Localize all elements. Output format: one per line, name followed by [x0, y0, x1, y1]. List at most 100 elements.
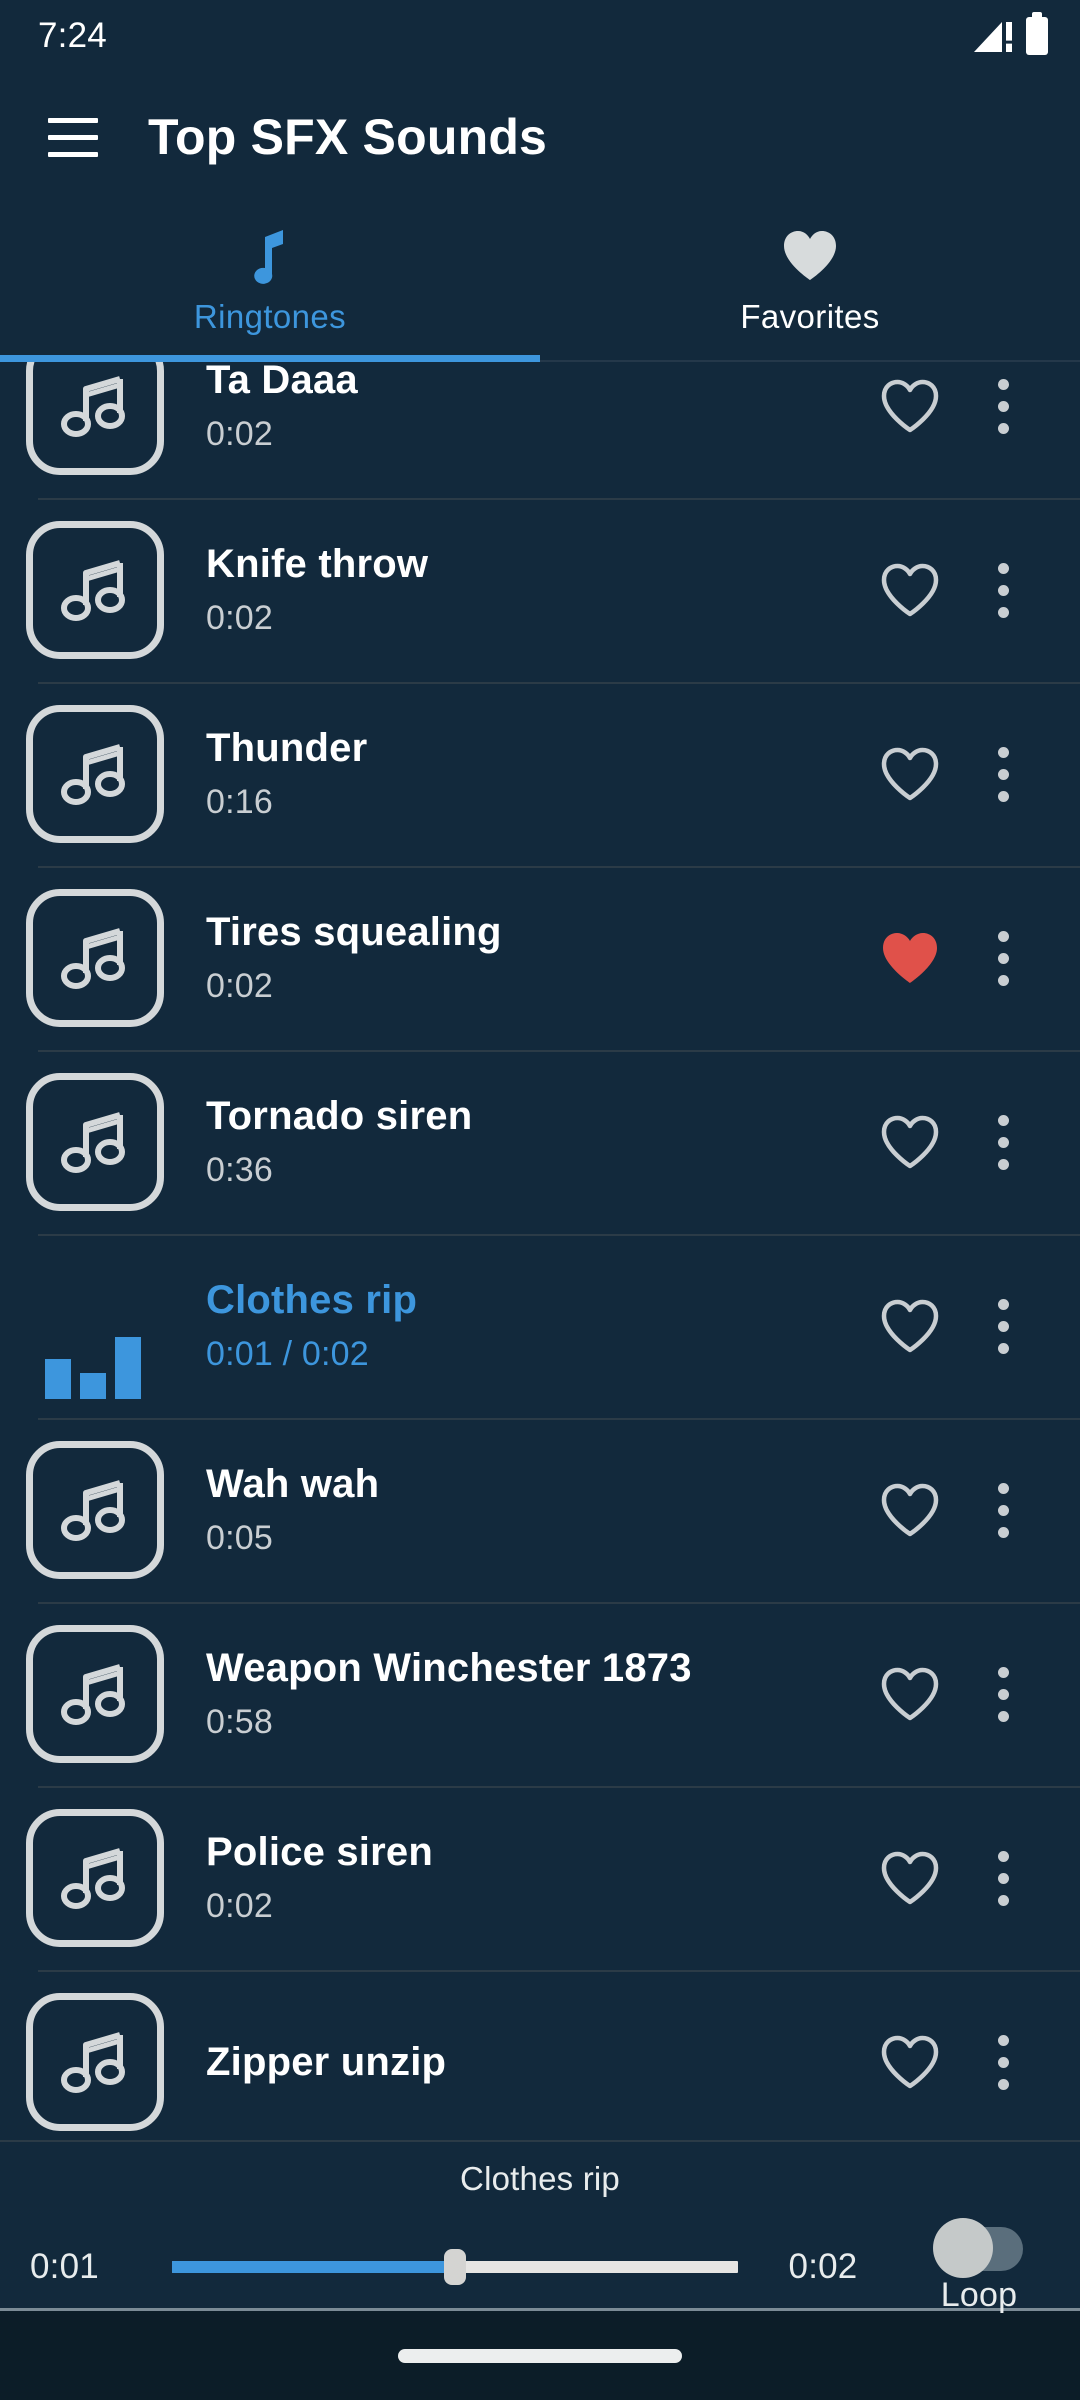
status-bar: 7:24 — [0, 0, 1080, 72]
track-info: Weapon Winchester 1873 0:58 — [206, 1646, 864, 1742]
track-thumbnail — [22, 1621, 168, 1767]
list-item[interactable]: Knife throw 0:02 — [0, 498, 1080, 682]
equalizer-bars-icon — [35, 1253, 155, 1399]
player-track-title: Clothes rip — [460, 2160, 620, 2197]
overflow-menu-icon[interactable] — [968, 2016, 1038, 2108]
music-note-icon — [26, 1993, 164, 2131]
tab-favorites-label: Favorites — [740, 298, 880, 335]
music-note-icon — [26, 889, 164, 1027]
music-note-icon — [26, 362, 164, 475]
track-duration: 0:16 — [206, 783, 273, 821]
overflow-menu-icon[interactable] — [968, 728, 1038, 820]
favorite-button[interactable] — [864, 728, 956, 820]
list-item[interactable]: Police siren 0:02 — [0, 1786, 1080, 1970]
track-thumbnail — [22, 701, 168, 847]
toggle-knob — [933, 2218, 993, 2278]
track-info: Knife throw 0:02 — [206, 542, 864, 638]
tab-ringtones-label: Ringtones — [193, 298, 347, 335]
track-thumbnail — [22, 1253, 168, 1399]
favorite-button[interactable] — [864, 2016, 956, 2108]
tab-active-indicator — [0, 355, 540, 362]
heart-filled-icon — [782, 228, 838, 284]
favorite-button[interactable] — [864, 1280, 956, 1372]
track-duration: 0:01 / 0:02 — [206, 1335, 369, 1373]
list-item[interactable]: Thunder 0:16 — [0, 682, 1080, 866]
track-duration: 0:05 — [206, 1519, 273, 1557]
battery-full-icon — [1026, 12, 1048, 55]
list-item[interactable]: Ta Daaa 0:02 — [0, 362, 1080, 498]
music-note-icon — [26, 1625, 164, 1763]
app-bar: Top SFX Sounds — [0, 72, 1080, 202]
list-item[interactable]: Weapon Winchester 1873 0:58 — [0, 1602, 1080, 1786]
list-item[interactable]: Zipper unzip — [0, 1970, 1080, 2140]
system-navigation-bar — [0, 2308, 1080, 2400]
track-thumbnail — [22, 1437, 168, 1583]
track-duration: 0:58 — [206, 1703, 273, 1741]
track-title: Police siren — [206, 1830, 433, 1874]
track-title: Tires squealing — [206, 910, 502, 954]
track-title: Thunder — [206, 726, 368, 770]
track-title: Ta Daaa — [206, 362, 358, 402]
track-title: Zipper unzip — [206, 2039, 447, 2084]
track-title: Weapon Winchester 1873 — [206, 1646, 692, 1690]
favorite-button[interactable] — [864, 544, 956, 636]
track-title: Tornado siren — [206, 1094, 473, 1138]
home-gesture-pill[interactable] — [398, 2348, 682, 2363]
favorite-button[interactable] — [864, 1464, 956, 1556]
loop-toggle-switch[interactable] — [933, 2218, 1025, 2278]
overflow-menu-icon[interactable] — [968, 912, 1038, 1004]
track-duration: 0:02 — [206, 599, 273, 637]
list-item[interactable]: Clothes rip 0:01 / 0:02 — [0, 1234, 1080, 1418]
overflow-menu-icon[interactable] — [968, 1280, 1038, 1372]
favorite-button[interactable] — [864, 362, 956, 452]
list-item[interactable]: Wah wah 0:05 — [0, 1418, 1080, 1602]
ringtone-list[interactable]: Ta Daaa 0:02 Knife throw 0:02 Thunder 0:16 Tir… — [0, 362, 1080, 2140]
track-duration: 0:36 — [206, 1151, 273, 1189]
player-elapsed-time: 0:01 — [30, 2246, 99, 2286]
hamburger-menu-icon[interactable] — [42, 106, 104, 168]
favorite-button-active[interactable] — [864, 912, 956, 1004]
player-seek-slider[interactable] — [172, 2247, 738, 2287]
seek-thumb[interactable] — [444, 2248, 466, 2285]
track-thumbnail — [22, 1805, 168, 1951]
favorite-button[interactable] — [864, 1096, 956, 1188]
track-thumbnail — [22, 885, 168, 1031]
player-bar: Clothes rip 0:01 0:02 Loop — [0, 2140, 1080, 2314]
list-item[interactable]: Tornado siren 0:36 — [0, 1050, 1080, 1234]
status-icons — [974, 12, 1048, 55]
overflow-menu-icon[interactable] — [968, 544, 1038, 636]
overflow-menu-icon[interactable] — [968, 1096, 1038, 1188]
track-title: Clothes rip — [206, 1278, 418, 1322]
signal-warning-icon — [974, 17, 1016, 55]
track-thumbnail — [22, 362, 168, 479]
favorite-button[interactable] — [864, 1832, 956, 1924]
music-note-icon — [26, 705, 164, 843]
player-total-time: 0:02 — [788, 2246, 858, 2286]
tab-ringtones[interactable]: Ringtones — [0, 202, 540, 362]
overflow-menu-icon[interactable] — [968, 362, 1038, 452]
music-note-icon — [26, 1441, 164, 1579]
music-note-icon — [26, 1073, 164, 1211]
loop-control[interactable]: Loop — [904, 2218, 1054, 2315]
track-info: Ta Daaa 0:02 — [206, 362, 864, 454]
music-note-icon — [26, 521, 164, 659]
overflow-menu-icon[interactable] — [968, 1464, 1038, 1556]
overflow-menu-icon[interactable] — [968, 1832, 1038, 1924]
tab-favorites[interactable]: Favorites — [540, 202, 1080, 362]
overflow-menu-icon[interactable] — [968, 1648, 1038, 1740]
track-info: Clothes rip 0:01 / 0:02 — [206, 1278, 864, 1374]
loop-label: Loop — [940, 2276, 1018, 2314]
track-info: Thunder 0:16 — [206, 726, 864, 822]
list-item[interactable]: Tires squealing 0:02 — [0, 866, 1080, 1050]
track-thumbnail — [22, 517, 168, 663]
favorite-button[interactable] — [864, 1648, 956, 1740]
track-title: Knife throw — [206, 542, 429, 586]
track-duration: 0:02 — [206, 415, 273, 453]
music-note-icon — [249, 228, 291, 284]
track-info: Zipper unzip — [206, 2040, 864, 2085]
music-note-icon — [26, 1809, 164, 1947]
status-clock: 7:24 — [38, 16, 107, 55]
track-duration: 0:02 — [206, 967, 273, 1005]
track-title: Wah wah — [206, 1462, 380, 1506]
tab-bar: Ringtones Favorites — [0, 202, 1080, 362]
